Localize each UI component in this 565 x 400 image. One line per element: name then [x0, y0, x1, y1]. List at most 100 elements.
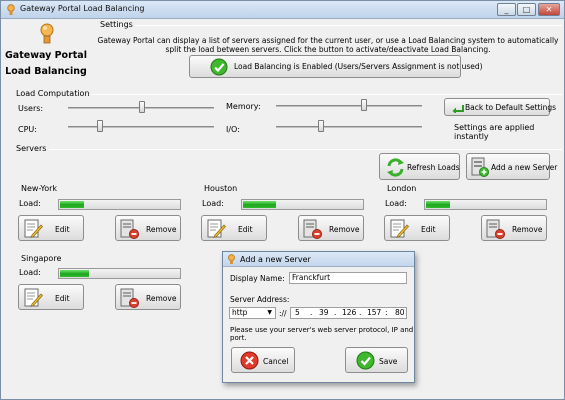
- io-label: I/O:: [226, 125, 240, 134]
- server-name: Houston: [204, 184, 238, 193]
- back-to-default-label: Back to Default Settings: [465, 103, 557, 112]
- cpu-slider[interactable]: [68, 126, 214, 128]
- server-address-label: Server Address:: [230, 295, 290, 304]
- cancel-button[interactable]: Cancel: [231, 347, 295, 373]
- remove-icon: [303, 219, 322, 239]
- port-field[interactable]: 80: [395, 308, 405, 318]
- add-server-label: Add a new Server: [491, 163, 558, 172]
- checkmark-icon: [356, 351, 375, 370]
- cancel-label: Cancel: [263, 357, 289, 366]
- add-server-icon: [471, 157, 489, 177]
- cancel-icon: [240, 351, 259, 370]
- add-server-dialog: Add a new Server Display Name: Franckfur…: [222, 251, 415, 383]
- users-slider-thumb[interactable]: [139, 101, 145, 113]
- load-computation-divider: [91, 94, 562, 95]
- remove-label: Remove: [146, 225, 177, 234]
- remove-icon: [120, 219, 139, 239]
- add-server-button[interactable]: Add a new Server: [466, 153, 557, 180]
- remove-server-button[interactable]: Remove: [115, 215, 181, 241]
- ip-dot: .: [310, 308, 313, 317]
- servers-divider: [49, 149, 562, 150]
- server-load-bar: [58, 199, 181, 210]
- server-load-bar: [58, 268, 181, 279]
- app-logo: Gateway Portal Load Balancing: [1, 23, 91, 87]
- server-load-bar: [241, 199, 364, 210]
- edit-label: Edit: [55, 225, 70, 234]
- maximize-button[interactable]: □: [517, 3, 536, 16]
- main-window: Gateway Portal Load Balancing _ □ ✕ Gate…: [0, 0, 565, 400]
- remove-label: Remove: [512, 225, 543, 234]
- server-name: Singapore: [21, 254, 62, 263]
- users-label: Users:: [18, 104, 44, 113]
- load-label: Load:: [385, 199, 407, 208]
- address-hint: Please use your server's web server prot…: [230, 326, 414, 342]
- cpu-label: CPU:: [18, 125, 37, 134]
- chevron-down-icon: ▼: [267, 309, 272, 316]
- io-slider[interactable]: [276, 126, 422, 128]
- protocol-select[interactable]: http ▼: [229, 307, 276, 319]
- remove-server-button[interactable]: Remove: [481, 215, 547, 241]
- edit-icon: [207, 219, 226, 239]
- settings-description-line2: Click the button to activate/deactivate …: [283, 45, 491, 54]
- save-button[interactable]: Save: [345, 347, 408, 373]
- back-arrow-icon: [452, 105, 464, 113]
- load-computation-section-label: Load Computation: [16, 89, 90, 98]
- io-slider-thumb[interactable]: [318, 120, 324, 132]
- remove-label: Remove: [329, 225, 360, 234]
- dialog-title-bar[interactable]: Add a new Server: [223, 252, 414, 267]
- close-button[interactable]: ✕: [538, 3, 560, 16]
- edit-icon: [24, 288, 43, 308]
- load-label: Load:: [19, 199, 41, 208]
- server-name: New-York: [21, 184, 58, 193]
- minimize-button[interactable]: _: [497, 3, 516, 16]
- remove-icon: [120, 288, 139, 308]
- ip-dot: .: [334, 308, 337, 317]
- memory-label: Memory:: [226, 102, 261, 111]
- remove-icon: [486, 219, 505, 239]
- dialog-title: Add a new Server: [240, 255, 311, 264]
- checkmark-icon: [210, 58, 228, 76]
- cpu-slider-thumb[interactable]: [97, 120, 103, 132]
- load-balancing-toggle-label: Load Balancing is Enabled (Users/Servers…: [234, 62, 483, 71]
- settings-divider: [135, 25, 562, 26]
- memory-slider-thumb[interactable]: [361, 99, 367, 111]
- save-label: Save: [379, 357, 398, 366]
- protocol-value: http: [232, 308, 248, 317]
- remove-label: Remove: [146, 294, 177, 303]
- ip-octet-2[interactable]: 39: [319, 308, 329, 318]
- ip-address-field[interactable]: 5 . 39 . 126 . 157 : 80: [290, 307, 407, 319]
- servers-section-label: Servers: [16, 144, 47, 153]
- edit-icon: [24, 219, 43, 239]
- load-balancing-toggle-button[interactable]: Load Balancing is Enabled (Users/Servers…: [189, 55, 483, 78]
- gateway-lamp-icon: [228, 254, 235, 265]
- load-label: Load:: [202, 199, 224, 208]
- edit-server-button[interactable]: Edit: [18, 284, 84, 310]
- window-title: Gateway Portal Load Balancing: [20, 4, 145, 13]
- edit-label: Edit: [421, 225, 436, 234]
- edit-icon: [390, 219, 409, 239]
- title-bar[interactable]: Gateway Portal Load Balancing _ □ ✕: [1, 1, 564, 19]
- load-label: Load:: [19, 268, 41, 277]
- refresh-loads-button[interactable]: Refresh Loads: [379, 153, 460, 180]
- remove-server-button[interactable]: Remove: [115, 284, 181, 310]
- display-name-label: Display Name:: [230, 274, 285, 283]
- settings-description: Gateway Portal can display a list of ser…: [93, 36, 563, 54]
- ip-octet-1[interactable]: 5: [295, 308, 300, 318]
- display-name-field[interactable]: Franckfurt: [289, 272, 407, 284]
- logo-title-line1: Gateway Portal: [5, 50, 87, 61]
- edit-server-button[interactable]: Edit: [384, 215, 450, 241]
- gateway-lamp-icon: [7, 4, 15, 15]
- memory-slider[interactable]: [276, 105, 422, 107]
- remove-server-button[interactable]: Remove: [298, 215, 364, 241]
- applied-instantly-note: Settings are applied instantly: [454, 123, 535, 141]
- edit-server-button[interactable]: Edit: [18, 215, 84, 241]
- refresh-loads-label: Refresh Loads: [407, 163, 460, 172]
- ip-octet-3[interactable]: 126: [342, 308, 356, 318]
- settings-section-label: Settings: [100, 20, 133, 29]
- ip-octet-4[interactable]: 157: [367, 308, 381, 318]
- back-to-default-button[interactable]: Back to Default Settings: [444, 98, 556, 116]
- ip-dot: .: [359, 308, 362, 317]
- gateway-lamp-icon: [40, 23, 54, 44]
- protocol-separator: ://: [279, 309, 287, 318]
- edit-server-button[interactable]: Edit: [201, 215, 267, 241]
